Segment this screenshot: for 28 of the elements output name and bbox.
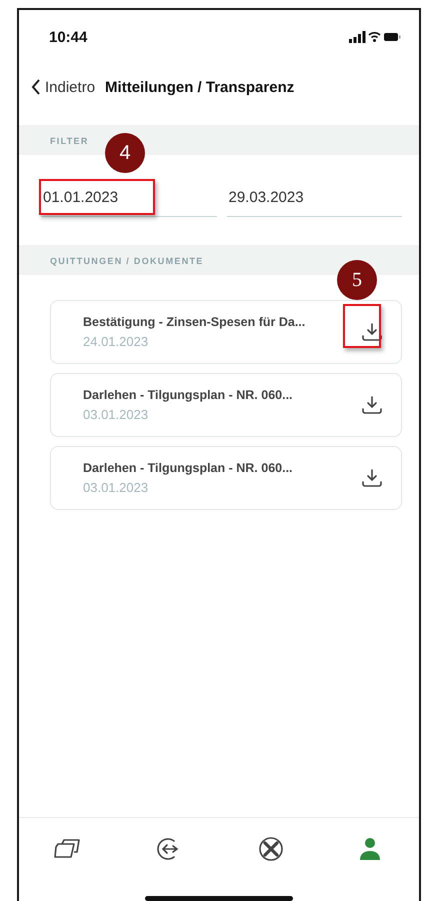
section-title: FILTER [50, 136, 89, 146]
document-title: Darlehen - Tilgungsplan - NR. 060... [83, 461, 294, 475]
document-title: Bestätigung - Zinsen-Spesen für Da... [83, 315, 306, 329]
page-title: Mitteilungen / Transparenz [105, 78, 294, 96]
document-card[interactable]: Bestätigung - Zinsen-Spesen für Da... 24.01.2023 [50, 300, 402, 364]
tab-button[interactable] [258, 836, 284, 862]
document-card[interactable]: Darlehen - Tilgungsplan - NR. 060... 03.01.2023 [50, 446, 402, 510]
download-icon [361, 395, 383, 415]
cards-icon [53, 837, 81, 861]
date-field[interactable]: 01.01.2023 [41, 177, 216, 217]
date-field[interactable]: 29.03.2023 [226, 177, 402, 217]
document-date: 03.01.2023 [83, 407, 150, 422]
back-chevron-icon [31, 79, 41, 95]
step-marker: 5 [337, 260, 377, 300]
step-marker: 4 [105, 133, 145, 173]
back-link[interactable]: Indietro [31, 78, 96, 96]
document-title: Darlehen - Tilgungsplan - NR. 060... [83, 388, 294, 402]
status-icons [349, 31, 401, 43]
section-title: QUITTUNGEN / DOKUMENTE [50, 256, 204, 266]
document-card[interactable]: Darlehen - Tilgungsplan - NR. 060... 03.01.2023 [50, 373, 402, 437]
document-date: 03.01.2023 [83, 480, 150, 495]
download-icon [361, 468, 383, 488]
tab-button[interactable] [53, 837, 81, 861]
document-date: 24.01.2023 [83, 334, 150, 349]
highlight-frame [343, 304, 381, 348]
status-time: 10:44 [49, 28, 88, 46]
tools-icon [258, 836, 284, 862]
download-icon [361, 322, 383, 342]
